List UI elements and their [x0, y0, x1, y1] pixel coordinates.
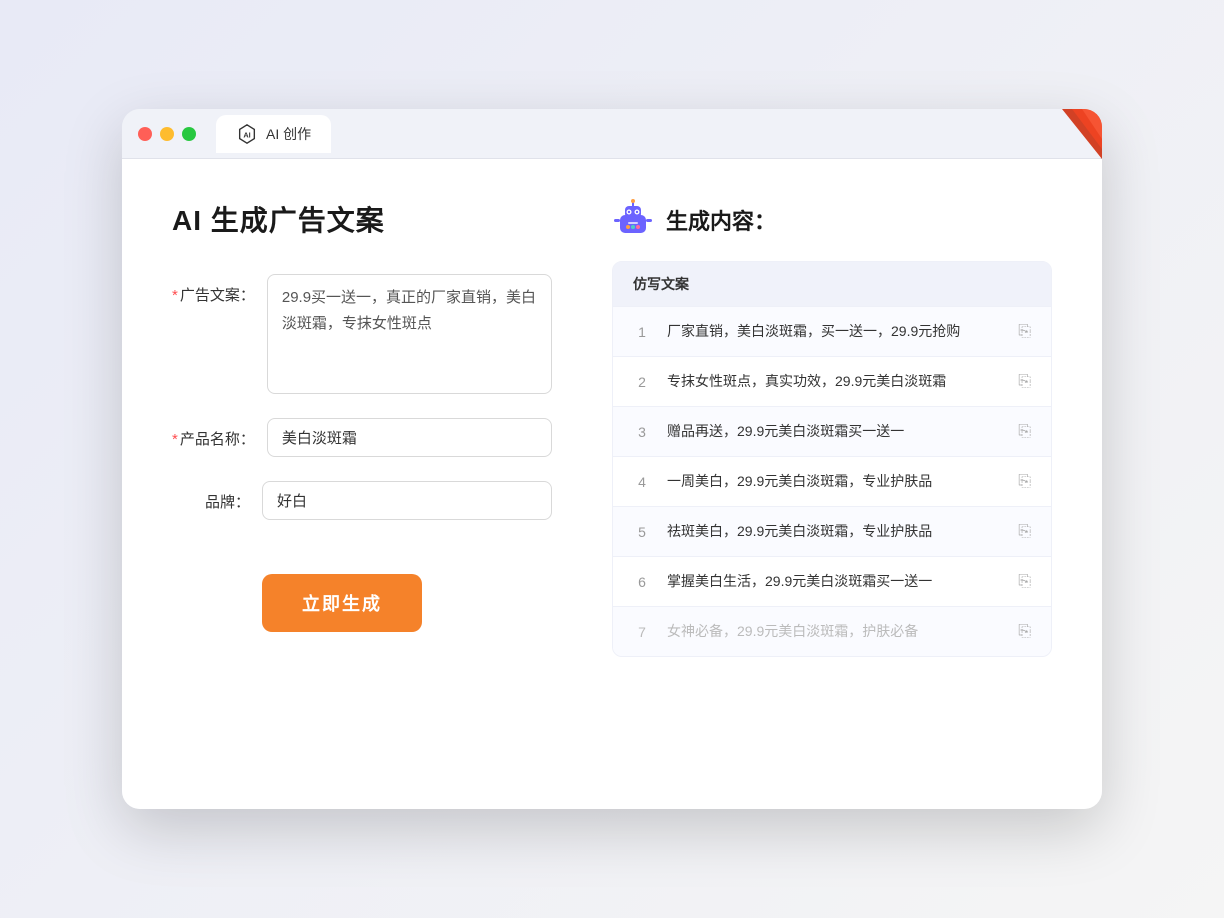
result-item-text: 掌握美白生活，29.9元美白淡斑霜买一送一 [667, 571, 1002, 592]
copy-icon[interactable]: ⎘ [1018, 323, 1031, 341]
traffic-lights [138, 127, 196, 141]
result-item-num: 1 [633, 324, 651, 340]
result-item-text: 厂家直销，美白淡斑霜，买一送一，29.9元抢购 [667, 321, 1002, 342]
ad-copy-required: * [172, 287, 178, 304]
ad-copy-label: *广告文案： [172, 274, 267, 305]
result-item-num: 4 [633, 474, 651, 490]
ai-tab[interactable]: AI AI 创作 [216, 115, 331, 153]
left-panel: AI 生成广告文案 *广告文案： 29.9买一送一，真正的厂家直销，美白淡斑霜，… [172, 199, 552, 759]
result-item: 4 一周美白，29.9元美白淡斑霜，专业护肤品 ⎘ [613, 456, 1051, 506]
product-name-input[interactable] [267, 418, 552, 457]
copy-icon[interactable]: ⎘ [1018, 473, 1031, 491]
result-item-num: 3 [633, 424, 651, 440]
svg-text:AI: AI [243, 130, 250, 139]
page-title: AI 生成广告文案 [172, 199, 552, 239]
copy-icon[interactable]: ⎘ [1018, 623, 1031, 641]
minimize-button[interactable] [160, 127, 174, 141]
copy-icon[interactable]: ⎘ [1018, 573, 1031, 591]
result-item: 7 女神必备，29.9元美白淡斑霜，护肤必备 ⎘ [613, 606, 1051, 656]
result-item-text: 赠品再送，29.9元美白淡斑霜买一送一 [667, 421, 1002, 442]
close-button[interactable] [138, 127, 152, 141]
browser-content: AI 生成广告文案 *广告文案： 29.9买一送一，真正的厂家直销，美白淡斑霜，… [122, 159, 1102, 809]
result-table: 仿写文案 1 厂家直销，美白淡斑霜，买一送一，29.9元抢购 ⎘ 2 专抹女性斑点，真实… [612, 261, 1052, 657]
ai-tab-label: AI 创作 [266, 124, 311, 144]
result-table-header: 仿写文案 [613, 262, 1051, 306]
product-name-required: * [172, 431, 178, 448]
result-items-container: 1 厂家直销，美白淡斑霜，买一送一，29.9元抢购 ⎘ 2 专抹女性斑点，真实功效，29… [613, 306, 1051, 656]
copy-icon[interactable]: ⎘ [1018, 423, 1031, 441]
result-item: 2 专抹女性斑点，真实功效，29.9元美白淡斑霜 ⎘ [613, 356, 1051, 406]
result-item: 5 祛斑美白，29.9元美白淡斑霜，专业护肤品 ⎘ [613, 506, 1051, 556]
result-item: 6 掌握美白生活，29.9元美白淡斑霜买一送一 ⎘ [613, 556, 1051, 606]
product-name-row: *产品名称： [172, 418, 552, 457]
result-item-text: 祛斑美白，29.9元美白淡斑霜，专业护肤品 [667, 521, 1002, 542]
browser-window: AI AI 创作 AI 生成广告文案 *广告文案： 29.9买一送一，真正的厂家… [122, 109, 1102, 809]
result-header: 生成内容： [612, 199, 1052, 241]
ai-tab-icon: AI [236, 123, 258, 145]
result-item-num: 2 [633, 374, 651, 390]
ad-copy-input[interactable]: 29.9买一送一，真正的厂家直销，美白淡斑霜，专抹女性斑点 [267, 274, 552, 394]
result-item: 1 厂家直销，美白淡斑霜，买一送一，29.9元抢购 ⎘ [613, 306, 1051, 356]
copy-icon[interactable]: ⎘ [1018, 373, 1031, 391]
result-item-num: 7 [633, 624, 651, 640]
brand-input[interactable] [262, 481, 552, 520]
result-item-text: 一周美白，29.9元美白淡斑霜，专业护肤品 [667, 471, 1002, 492]
brand-label: 品牌： [172, 481, 262, 512]
copy-icon[interactable]: ⎘ [1018, 523, 1031, 541]
generate-button[interactable]: 立即生成 [262, 574, 422, 632]
robot-icon [612, 199, 654, 241]
browser-titlebar: AI AI 创作 [122, 109, 1102, 159]
result-title: 生成内容： [666, 204, 776, 236]
result-item-text: 专抹女性斑点，真实功效，29.9元美白淡斑霜 [667, 371, 1002, 392]
brand-row: 品牌： [172, 481, 552, 520]
result-item-text: 女神必备，29.9元美白淡斑霜，护肤必备 [667, 621, 1002, 642]
right-panel: 生成内容： 仿写文案 1 厂家直销，美白淡斑霜，买一送一，29.9元抢购 ⎘ 2 专抹女… [612, 199, 1052, 759]
product-name-label: *产品名称： [172, 418, 267, 449]
maximize-button[interactable] [182, 127, 196, 141]
result-item-num: 6 [633, 574, 651, 590]
ad-copy-row: *广告文案： 29.9买一送一，真正的厂家直销，美白淡斑霜，专抹女性斑点 [172, 274, 552, 394]
result-item-num: 5 [633, 524, 651, 540]
result-item: 3 赠品再送，29.9元美白淡斑霜买一送一 ⎘ [613, 406, 1051, 456]
